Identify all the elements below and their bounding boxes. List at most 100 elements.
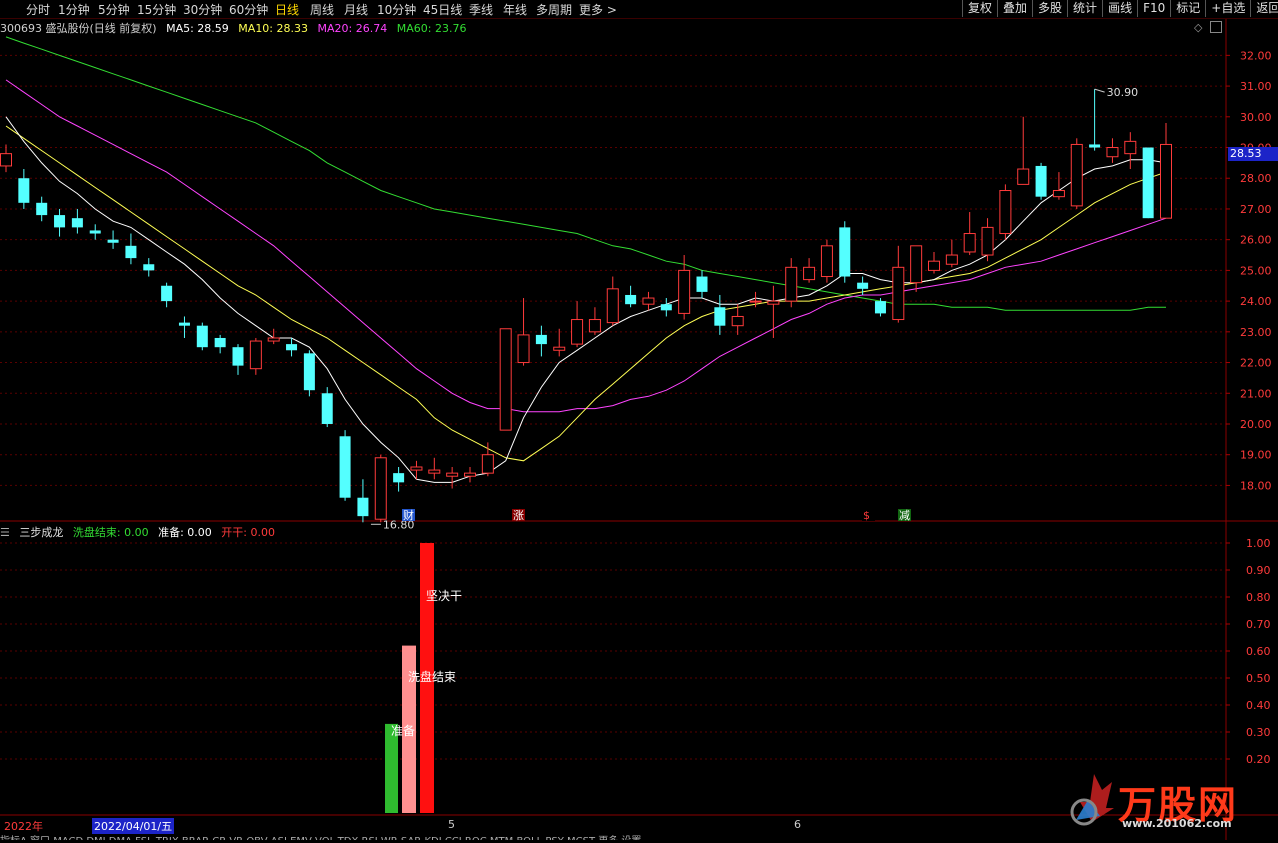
watermark-logo: 万股网 www.201062.com	[1062, 760, 1272, 840]
candle-body-down	[714, 307, 726, 326]
toolbar-button-2[interactable]: 多股	[1032, 0, 1067, 17]
candle-body-down	[696, 276, 708, 292]
indicator-bar-label-1: 洗盘结束	[408, 669, 456, 684]
indicator-bar-label-0: 坚决干	[426, 589, 462, 603]
toolbar-button-6[interactable]: 标记	[1170, 0, 1205, 17]
candle-body-up	[571, 319, 584, 345]
candle-body-down	[232, 347, 244, 366]
toolbar-button-7[interactable]: +自选	[1205, 0, 1250, 17]
indicator-name[interactable]: 三步成龙	[19, 526, 63, 539]
candle-body-down	[357, 497, 369, 517]
brand-url: www.201062.com	[1122, 817, 1232, 830]
indicator-tick-label: 0.70	[1246, 618, 1271, 631]
menu-icon[interactable]: ☰	[0, 526, 10, 539]
diamond-icon[interactable]: ◇	[1194, 21, 1202, 34]
toolbar-button-5[interactable]: F10	[1137, 0, 1170, 17]
wash-value: 洗盘结束: 0.00	[72, 526, 149, 539]
candle-body-up	[499, 328, 512, 431]
period-tab-1[interactable]: 1分钟	[58, 1, 90, 18]
candle-body-down	[178, 322, 190, 326]
ma5-label: MA5: 28.59	[166, 22, 229, 35]
indicator-tick-label: 0.60	[1246, 645, 1271, 658]
period-tab-7[interactable]: 周线	[310, 1, 334, 18]
candle-body-down	[71, 218, 83, 228]
candle-body-down	[874, 301, 886, 314]
candle-body-up	[892, 266, 905, 321]
candle-body-up	[249, 340, 262, 370]
candle-body-down	[339, 436, 351, 498]
period-tab-0[interactable]: 分时	[26, 1, 50, 18]
high-marker	[1094, 88, 1105, 93]
candle-body-down	[1142, 147, 1154, 219]
indicator-tick-label: 0.80	[1246, 591, 1271, 604]
period-tab-5[interactable]: 60分钟	[229, 1, 268, 18]
toolbar-button-1[interactable]: 叠加	[997, 0, 1032, 17]
period-tab-10[interactable]: 45日线	[423, 1, 462, 18]
price-tick-label: 26.00	[1240, 234, 1272, 247]
candle-body-down	[143, 264, 155, 271]
candle-body-up	[1017, 168, 1030, 185]
month-5-label: 5	[448, 818, 455, 831]
period-tab-2[interactable]: 5分钟	[98, 1, 130, 18]
period-tab-9[interactable]: 10分钟	[377, 1, 416, 18]
toolbar-button-4[interactable]: 画线	[1102, 0, 1137, 17]
period-tab-8[interactable]: 月线	[344, 1, 368, 18]
candle-body-up	[642, 297, 655, 305]
candle-body-up	[785, 266, 798, 302]
kline-chart[interactable]: 32.0031.0030.0029.0028.0027.0026.0025.00…	[0, 0, 1278, 840]
price-tick-label: 31.00	[1240, 80, 1272, 93]
candle-body-up	[928, 260, 940, 271]
indicator-tick-label: 0.90	[1246, 564, 1271, 577]
indicator-tick-label: 0.50	[1246, 672, 1271, 685]
candle-body-up	[981, 226, 994, 256]
candle-body-up	[1052, 190, 1065, 198]
candle-body-up	[1124, 140, 1137, 155]
toolbar-button-3[interactable]: 统计	[1067, 0, 1102, 17]
price-tick-label: 24.00	[1240, 295, 1272, 308]
candle-body-down	[857, 282, 869, 289]
indicator-tick-label: 0.40	[1246, 699, 1271, 712]
period-tab-11[interactable]: 季线	[469, 1, 493, 18]
candle-body-down	[1035, 165, 1047, 197]
stock-code-name: 300693 盛弘股份(日线 前复权)	[0, 22, 157, 35]
candle-body-up	[820, 245, 833, 278]
indicator-header: ☰ 三步成龙 洗盘结束: 0.00 准备: 0.00 开干: 0.00	[0, 524, 281, 540]
price-tick-label: 21.00	[1240, 387, 1272, 400]
period-tab-6[interactable]: 日线	[275, 1, 299, 18]
candle-body-up	[428, 469, 441, 474]
ma10-line	[5, 125, 1167, 462]
candle-body-up	[410, 466, 423, 471]
period-tab-3[interactable]: 15分钟	[137, 1, 176, 18]
candle-body-down	[36, 202, 48, 216]
ma-info-bar: 300693 盛弘股份(日线 前复权) MA5: 28.59 MA10: 28.…	[0, 20, 472, 36]
period-tab-12[interactable]: 年线	[503, 1, 527, 18]
ma10-label: MA10: 28.33	[238, 22, 309, 35]
candle-body-up	[767, 300, 780, 305]
candle-body-up	[731, 315, 744, 327]
candle-body-down	[18, 178, 30, 203]
period-tab-4[interactable]: 30分钟	[183, 1, 222, 18]
candle-body-up	[553, 346, 566, 351]
current-price-tag: 28.53	[1228, 147, 1278, 161]
candle-body-down	[89, 230, 101, 234]
period-tab-13[interactable]: 多周期	[536, 1, 572, 18]
price-tick-label: 32.00	[1240, 49, 1272, 62]
toolbar-button-8[interactable]: 返回	[1250, 0, 1278, 17]
high-label: 30.90	[1107, 86, 1139, 99]
candle-body-up	[588, 319, 601, 333]
window-toggle-icon[interactable]	[1210, 21, 1222, 33]
price-tick-label: 20.00	[1240, 418, 1272, 431]
month-6-label: 6	[794, 818, 801, 831]
candle-body-up	[1106, 147, 1119, 158]
candle-body-up	[1070, 143, 1083, 207]
ma20-label: MA20: 26.74	[317, 22, 388, 35]
indicator-tick-label: 1.00	[1246, 537, 1271, 550]
period-tab-14[interactable]: 更多 >	[579, 1, 617, 18]
toolbar-button-0[interactable]: 复权	[962, 0, 997, 17]
event-marker-3: 减	[899, 509, 910, 522]
candle-body-up	[606, 288, 619, 324]
candle-body-down	[54, 215, 66, 228]
candle-body-up	[803, 266, 816, 281]
candle-body-up	[1160, 143, 1172, 219]
candle-body-down	[286, 344, 298, 351]
